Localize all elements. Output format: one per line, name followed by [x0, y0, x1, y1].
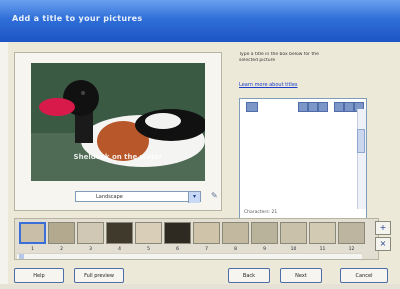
align-left-icon[interactable]: [334, 102, 344, 112]
thumbnail[interactable]: [222, 222, 249, 244]
left-edge: [0, 42, 8, 289]
filmstrip: 1 2 3 4 5 6 7 8 9 10 11 12: [14, 218, 379, 260]
full-preview-button[interactable]: Full preview: [74, 268, 124, 283]
thumbnail[interactable]: [77, 222, 104, 244]
window-title: Add a title to your pictures: [12, 14, 143, 23]
italic-icon[interactable]: [308, 102, 318, 112]
cancel-button[interactable]: Cancel: [340, 268, 388, 283]
filmstrip-scrollbar[interactable]: [17, 253, 362, 259]
thumbnail[interactable]: [164, 222, 191, 244]
thumbnail-number: 7: [205, 247, 208, 252]
thumbnail[interactable]: [48, 222, 75, 244]
title-editor[interactable]: Characters: 21: [239, 98, 367, 220]
thumbnail-number: 4: [118, 247, 121, 252]
edit-picture-icon[interactable]: ✎: [211, 191, 221, 201]
chevron-down-icon[interactable]: ▾: [188, 192, 200, 203]
instructions: Type a title in the box below for the se…: [239, 52, 371, 64]
duck-photo: Shelduck on the water: [31, 63, 205, 181]
dialog: Add a title to your pictures Shelduck on…: [0, 0, 400, 289]
thumbnail-number: 1: [31, 247, 34, 252]
thumbnail-number: 5: [147, 247, 150, 252]
instruction-line: selected picture: [239, 58, 276, 63]
picture-select[interactable]: Landscape ▾: [75, 191, 201, 203]
title-panel: Type a title in the box below for the se…: [239, 52, 371, 220]
thumbnail[interactable]: [280, 222, 307, 244]
title-bar: Add a title to your pictures: [0, 0, 400, 42]
duck-illustration: [31, 63, 205, 181]
font-icon[interactable]: [246, 102, 258, 112]
thumbnail-number: 9: [263, 247, 266, 252]
thumbnail[interactable]: [135, 222, 162, 244]
picture-preview-panel: Shelduck on the water Landscape ▾ ✎: [14, 52, 222, 211]
bold-icon[interactable]: [298, 102, 308, 112]
editor-scrollbar[interactable]: [357, 109, 366, 209]
scroll-thumb[interactable]: [357, 129, 365, 153]
thumbnail-number: 6: [176, 247, 179, 252]
underline-icon[interactable]: [318, 102, 328, 112]
thumbnail[interactable]: [106, 222, 133, 244]
thumbnail-number: 3: [89, 247, 92, 252]
help-link[interactable]: Learn more about titles: [239, 82, 298, 88]
remove-picture-button[interactable]: ×: [375, 237, 391, 251]
help-button[interactable]: Help: [14, 268, 64, 283]
thumbnail[interactable]: [338, 222, 365, 244]
align-center-icon[interactable]: [344, 102, 354, 112]
bottom-border: [0, 284, 400, 289]
next-button[interactable]: Next: [280, 268, 322, 283]
thumbnail-number: 12: [348, 247, 355, 252]
thumbnail-number: 2: [60, 247, 63, 252]
thumbnail-number: 8: [234, 247, 237, 252]
thumbnail[interactable]: [309, 222, 336, 244]
editor-status: Characters: 21: [244, 210, 278, 215]
thumbnail-number: 11: [319, 247, 326, 252]
caption-overlay: Shelduck on the water: [73, 153, 163, 161]
thumbnail[interactable]: [251, 222, 278, 244]
thumbnail[interactable]: [19, 222, 46, 244]
picture-select-value: Landscape: [96, 194, 123, 200]
thumbnail[interactable]: [193, 222, 220, 244]
add-picture-button[interactable]: +: [375, 221, 391, 235]
filmstrip-scroll-thumb[interactable]: [19, 254, 24, 259]
back-button[interactable]: Back: [228, 268, 270, 283]
thumbnail-number: 10: [290, 247, 297, 252]
